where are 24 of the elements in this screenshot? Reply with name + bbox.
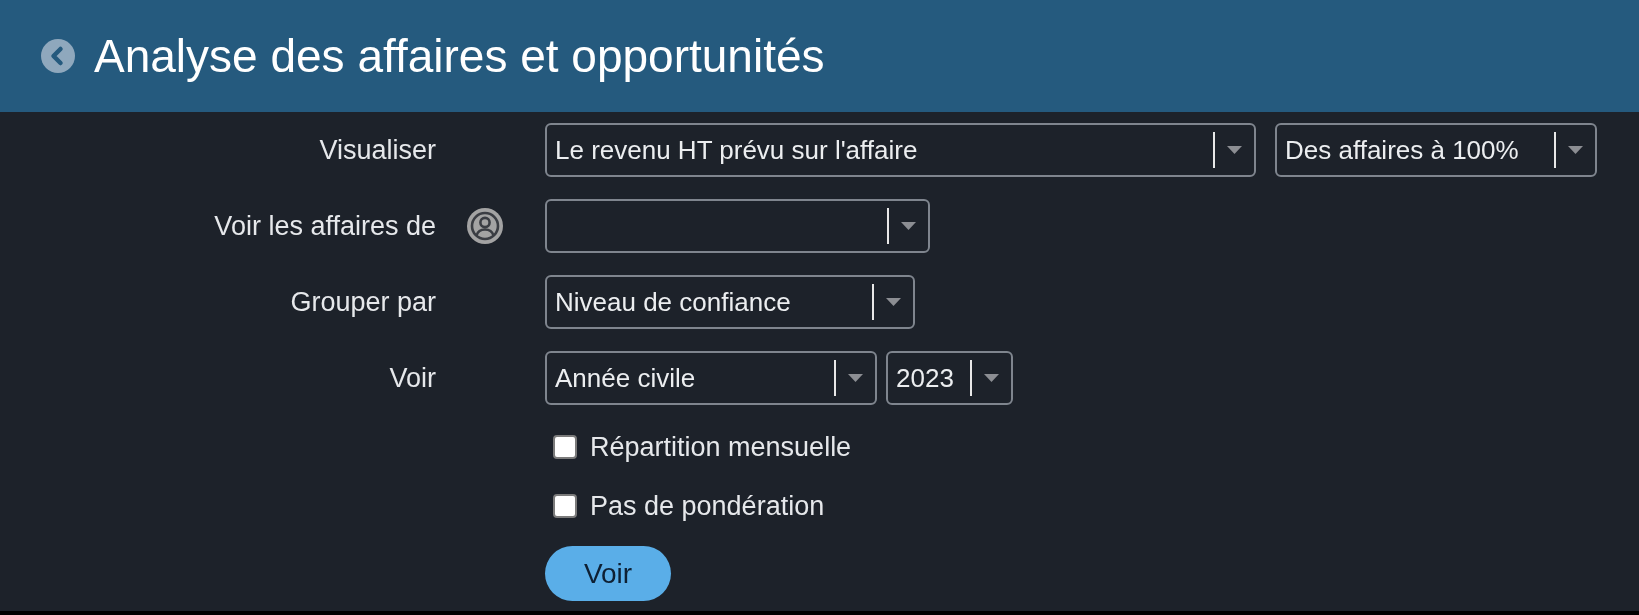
checkbox-label: Répartition mensuelle bbox=[590, 431, 852, 463]
page-title: Analyse des affaires et opportunités bbox=[94, 29, 825, 83]
field-label: Visualiser bbox=[318, 134, 436, 166]
field-label: Grouper par bbox=[289, 286, 436, 318]
caret-icon bbox=[1227, 146, 1242, 154]
checkbox[interactable] bbox=[553, 435, 577, 459]
checkbox-label: Pas de pondération bbox=[590, 490, 825, 522]
chevron-left-icon[interactable] bbox=[41, 39, 75, 73]
caret-icon bbox=[886, 298, 901, 306]
checkbox[interactable] bbox=[553, 494, 577, 518]
dropdown[interactable]: Niveau de confiance bbox=[545, 275, 915, 329]
dropdown[interactable]: Le revenu HT prévu sur l'affaire bbox=[545, 123, 1256, 177]
caret-icon bbox=[984, 374, 999, 382]
dropdown[interactable]: Année civile bbox=[545, 351, 877, 405]
caret-icon bbox=[901, 222, 916, 230]
dropdown[interactable]: Des affaires à 100% bbox=[1275, 123, 1597, 177]
view-button[interactable]: Voir bbox=[545, 546, 671, 601]
caret-icon bbox=[848, 374, 863, 382]
person-icon[interactable] bbox=[467, 208, 503, 244]
field-label: Voir les affaires de bbox=[213, 210, 436, 242]
dropdown[interactable]: 2023 bbox=[886, 351, 1013, 405]
field-label: Voir bbox=[388, 362, 436, 394]
caret-icon bbox=[1568, 146, 1583, 154]
dropdown[interactable] bbox=[545, 199, 930, 253]
